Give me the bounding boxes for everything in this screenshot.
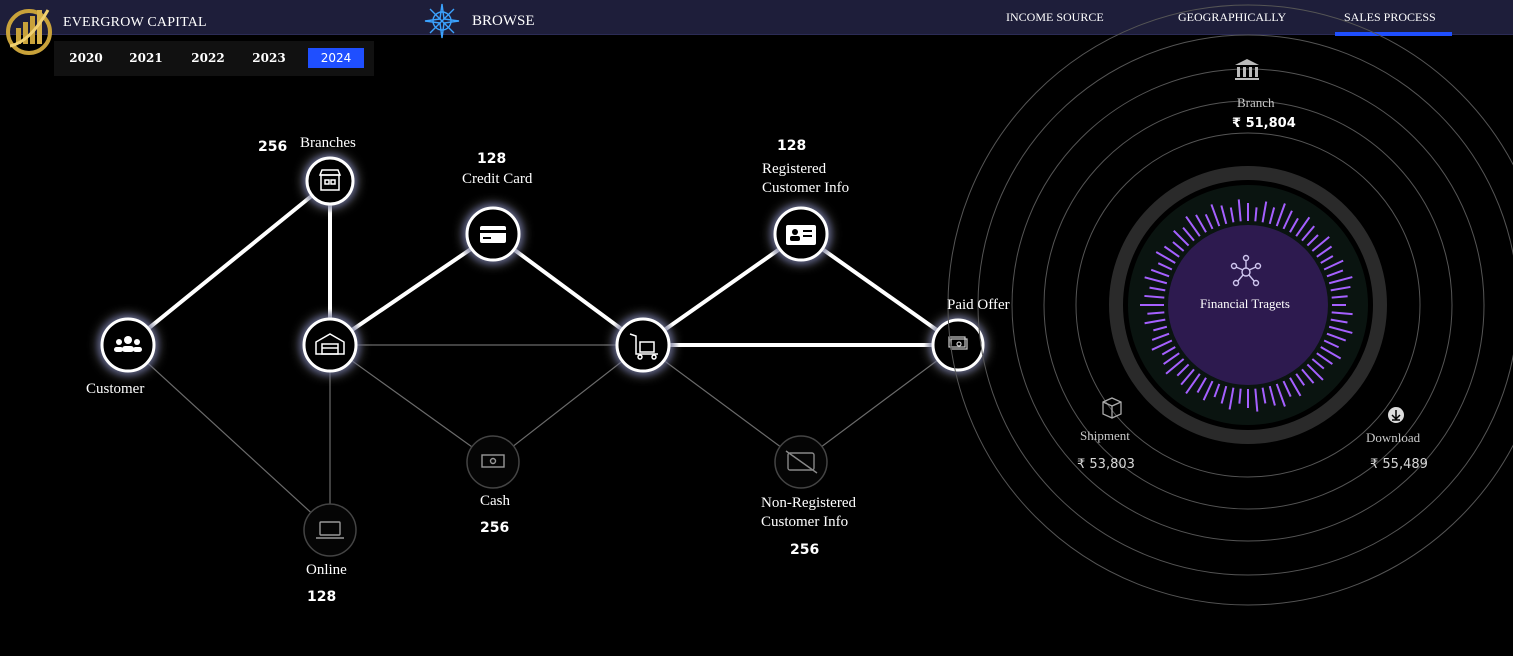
node-branches[interactable] — [298, 149, 362, 213]
non-registered-value: 256 — [790, 542, 820, 558]
shipment-target-label: Shipment — [1080, 428, 1130, 443]
credit-card-icon — [480, 226, 506, 243]
branches-label: Branches — [300, 135, 356, 151]
credit-card-label: Credit Card — [462, 171, 533, 187]
download-target-label: Download — [1366, 430, 1421, 445]
customer-label: Customer — [86, 381, 145, 397]
download-target-value: ₹ 55,489 — [1370, 457, 1428, 472]
target-tick — [1254, 207, 1258, 222]
target-tick — [1331, 295, 1348, 299]
node-credit-card[interactable] — [457, 198, 529, 270]
node-branch-hub[interactable] — [294, 309, 366, 381]
branch-target-value: ₹ 51,804 — [1232, 116, 1296, 131]
node-non-registered[interactable] — [774, 435, 828, 489]
node-customer[interactable] — [92, 309, 164, 381]
branches-value: 256 — [258, 139, 288, 155]
non-registered-label-line1: Non-Registered — [761, 495, 856, 511]
shipment-target-value: ₹ 53,803 — [1077, 457, 1135, 472]
box-icon — [1102, 397, 1122, 419]
credit-card-value: 128 — [477, 151, 507, 167]
node-paid-offer[interactable] — [924, 311, 992, 379]
online-label: Online — [306, 562, 347, 578]
registered-value: 128 — [777, 138, 807, 154]
paid-offer-label: Paid Offer — [947, 297, 1010, 313]
node-shopping[interactable] — [607, 309, 679, 381]
download-icon[interactable] — [1388, 407, 1404, 423]
cash-label: Cash — [480, 493, 510, 509]
registered-label-line1: Registered — [762, 161, 827, 177]
id-card-icon — [786, 225, 816, 245]
target-tick — [1238, 388, 1242, 404]
cash-value: 256 — [480, 520, 510, 536]
active-connectors — [126, 179, 960, 347]
financial-targets-title: Financial Tragets — [1200, 296, 1290, 311]
sales-process-diagram — [92, 4, 1513, 606]
node-cash[interactable] — [466, 435, 520, 489]
branch-target-label: Branch — [1237, 95, 1275, 110]
registered-label-line2: Customer Info — [762, 180, 850, 196]
node-online[interactable] — [303, 503, 357, 557]
online-value: 128 — [307, 589, 337, 605]
non-registered-label-line2: Customer Info — [761, 514, 849, 530]
node-registered-customer[interactable] — [765, 198, 837, 270]
